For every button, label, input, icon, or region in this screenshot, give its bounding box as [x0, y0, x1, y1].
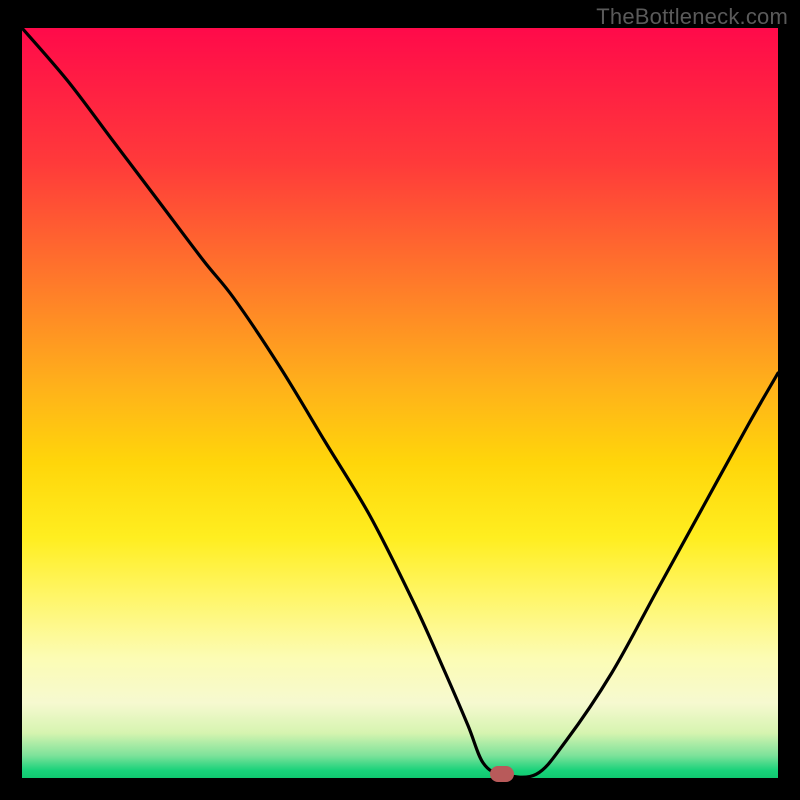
curve-svg: [22, 28, 778, 778]
bottleneck-curve-path: [22, 28, 778, 777]
optimal-match-marker: [490, 766, 514, 782]
watermark-text: TheBottleneck.com: [596, 4, 788, 30]
chart-frame: TheBottleneck.com: [0, 0, 800, 800]
plot-area: [22, 28, 778, 778]
